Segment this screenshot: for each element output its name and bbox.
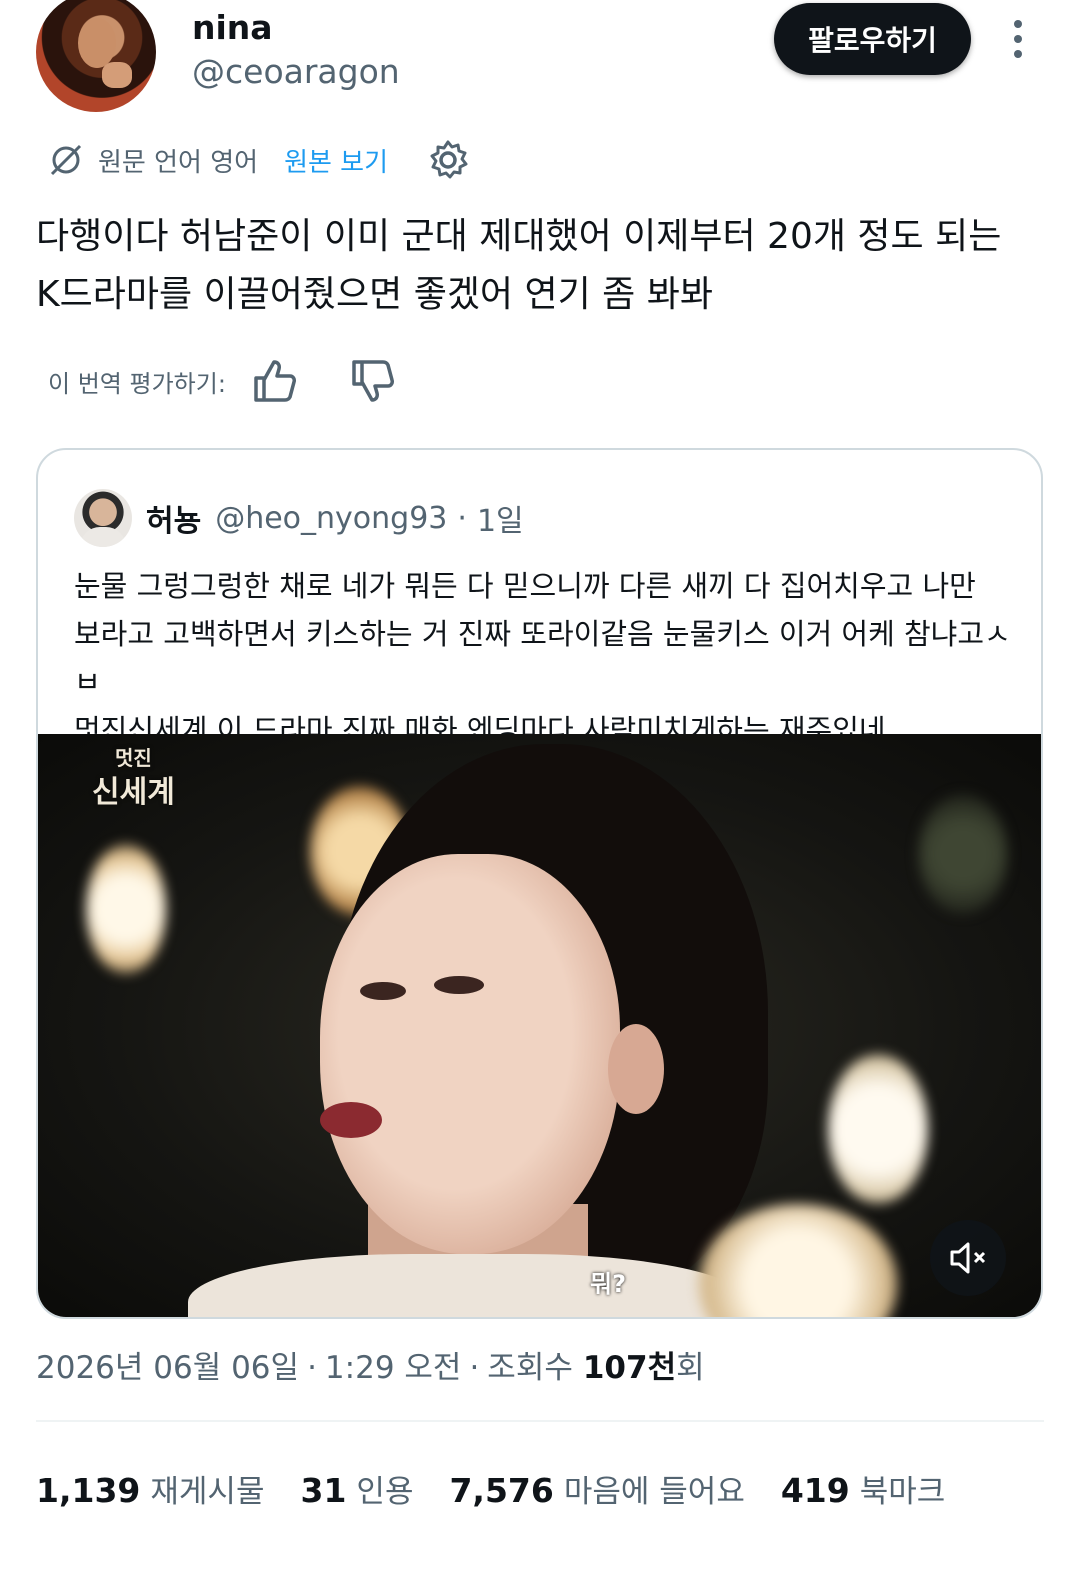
quoted-tweet-time: 1일 [476, 504, 524, 539]
author-name[interactable]: nina [192, 8, 273, 47]
globe-slash-icon [50, 144, 82, 176]
quoted-author-handle: @heo_nyong93 [215, 500, 448, 536]
show-original-link[interactable]: 원본 보기 [284, 142, 388, 179]
tweet-date[interactable]: 2026년 06월 06일 [36, 1342, 299, 1387]
tweet-timestamp: 2026년 06월 06일 · 1:29 오전 · 조회수 107천 회 [36, 1342, 705, 1387]
reposts-stat[interactable]: 1,139 재게시물 [36, 1466, 264, 1511]
gear-icon[interactable] [426, 138, 470, 182]
divider [36, 1420, 1044, 1422]
follow-button[interactable]: 팔로우하기 [774, 3, 971, 75]
thumbs-down-icon[interactable] [350, 358, 396, 404]
rate-translation-row: 이 번역 평가하기: [48, 356, 448, 406]
source-language-label: 원문 언어 영어 [98, 147, 259, 178]
thumbs-up-icon[interactable] [252, 358, 298, 404]
separator-dot: · [457, 500, 467, 536]
rate-translation-label: 이 번역 평가하기: [48, 369, 226, 398]
quotes-stat[interactable]: 31 인용 [300, 1466, 413, 1511]
translation-bar: 원문 언어 영어 원본 보기 [48, 138, 470, 182]
quoted-author-name: 허뇽 [146, 504, 202, 539]
mute-icon [950, 1242, 986, 1274]
mute-button[interactable] [930, 1220, 1006, 1296]
author-handle[interactable]: @ceoaragon [192, 52, 400, 91]
tweet-header: nina @ceoaragon 팔로우하기 [0, 0, 1080, 120]
quoted-video[interactable]: 멋진 신세계 뭐? [38, 734, 1041, 1317]
views-label: 조회수 [487, 1350, 573, 1386]
more-vertical-icon[interactable] [1006, 18, 1030, 60]
bookmarks-stat[interactable]: 419 북마크 [781, 1466, 945, 1511]
engagement-stats: 1,139 재게시물 31 인용 7,576 마음에 들어요 419 북마크 [36, 1466, 981, 1511]
show-logo: 멋진 신세계 [92, 746, 175, 810]
views-suffix: 회 [676, 1350, 705, 1386]
likes-stat[interactable]: 7,576 마음에 들어요 [449, 1466, 744, 1511]
views-count: 107천 [582, 1350, 677, 1386]
quoted-tweet[interactable]: 허뇽 @heo_nyong93 · 1일 눈물 그렁그렁한 채로 네가 뭐든 다… [36, 448, 1043, 1319]
quoted-author-avatar [74, 489, 132, 547]
author-avatar[interactable] [36, 0, 156, 112]
quoted-tweet-text: 눈물 그렁그렁한 채로 네가 뭐든 다 믿으니까 다른 새끼 다 집어치우고 나… [74, 569, 1011, 747]
quoted-tweet-header: 허뇽 @heo_nyong93 · 1일 [74, 488, 524, 548]
tweet-time[interactable]: 1:29 오전 [325, 1342, 462, 1387]
tweet-text: 다행이다 허남준이 이미 군대 제대했어 이제부터 20개 정도 되는 K드라마… [36, 216, 1002, 315]
video-subtitle: 뭐? [590, 1270, 627, 1298]
